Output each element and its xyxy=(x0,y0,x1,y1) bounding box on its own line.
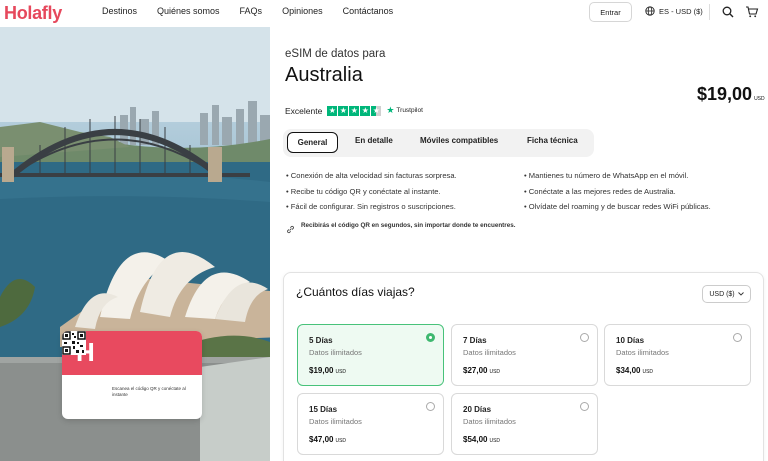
site-header: Holafly Destinos Quiénes somos FAQs Opin… xyxy=(0,0,768,27)
half-star-icon: ★ xyxy=(371,105,382,116)
nav-item-quienes-somos[interactable]: Quiénes somos xyxy=(157,6,220,16)
star-icon: ★ xyxy=(349,105,360,116)
qr-delivery-note: Recibirás el código QR en segundos, sin … xyxy=(286,222,516,234)
plan-description: Datos ilimitados xyxy=(463,417,516,426)
feature-item: Conéctate a las mejores redes de Austral… xyxy=(524,184,711,200)
days-title: ¿Cuántos días viajas? xyxy=(296,285,415,299)
feature-item: Mantienes tu número de WhatsApp en el mó… xyxy=(524,168,711,184)
cart-icon[interactable] xyxy=(745,5,759,19)
locale-label: ES - USD ($) xyxy=(659,6,703,16)
star-icon: ★ xyxy=(360,105,371,116)
tab-moviles-compatibles[interactable]: Móviles compatibles xyxy=(420,136,498,145)
plan-radio[interactable] xyxy=(426,333,435,342)
tab-en-detalle[interactable]: En detalle xyxy=(355,136,393,145)
plan-description: Datos ilimitados xyxy=(309,417,362,426)
trustpilot-label: Trustpilot xyxy=(396,107,423,114)
plan-radio[interactable] xyxy=(580,402,589,411)
plan-price-currency: USD xyxy=(335,369,347,375)
nav-item-contactanos[interactable]: Contáctanos xyxy=(343,6,394,16)
star-icon: ★ xyxy=(338,105,349,116)
plan-name: 7 Días xyxy=(463,336,487,345)
plan-price: $47,00 USD xyxy=(309,435,346,444)
plan-description: Datos ilimitados xyxy=(463,348,516,357)
feature-item: Recibe tu código QR y conéctate al insta… xyxy=(286,184,457,200)
nav-item-destinos[interactable]: Destinos xyxy=(102,6,137,16)
plan-radio[interactable] xyxy=(733,333,742,342)
plan-price-value: $47,00 xyxy=(309,435,334,444)
link-icon xyxy=(287,225,294,234)
plan-price-value: $34,00 xyxy=(616,366,641,375)
rating-row: Excelente ★ ★ ★ ★ ★ ★ Trustpilot xyxy=(285,105,423,116)
product-subtitle: eSIM de datos para xyxy=(285,48,386,60)
plan-option-20-days[interactable]: 20 Días Datos ilimitados $54,00 USD xyxy=(451,393,598,455)
trustpilot-star-icon: ★ xyxy=(386,105,395,115)
features-list-right: Mantienes tu número de WhatsApp en el mó… xyxy=(524,168,711,215)
plan-name: 10 Días xyxy=(616,336,645,345)
header-divider xyxy=(709,4,710,20)
product-title: Australia xyxy=(285,64,363,86)
plan-name: 15 Días xyxy=(309,405,338,414)
plan-price-value: $19,00 xyxy=(309,366,334,375)
plan-description: Datos ilimitados xyxy=(616,348,669,357)
esim-card-caption: Escanea el código QR y conéctate al inst… xyxy=(112,386,186,397)
feature-item: Conexión de alta velocidad sin facturas … xyxy=(286,168,457,184)
product-price-currency: USD xyxy=(754,96,765,102)
plan-price: $27,00 USD xyxy=(463,366,500,375)
plan-description: Datos ilimitados xyxy=(309,348,362,357)
star-icon: ★ xyxy=(327,105,338,116)
nav-item-opiniones[interactable]: Opiniones xyxy=(282,6,323,16)
plan-price: $54,00 USD xyxy=(463,435,500,444)
product-tabs: General En detalle Móviles compatibles F… xyxy=(283,129,594,157)
plan-option-15-days[interactable]: 15 Días Datos ilimitados $47,00 USD xyxy=(297,393,444,455)
product-price-value: $19,00 xyxy=(697,84,753,104)
plan-price-value: $54,00 xyxy=(463,435,488,444)
plan-option-10-days[interactable]: 10 Días Datos ilimitados $34,00 USD xyxy=(604,324,751,386)
plan-option-7-days[interactable]: 7 Días Datos ilimitados $27,00 USD xyxy=(451,324,598,386)
tab-general[interactable]: General xyxy=(287,132,338,153)
locale-selector[interactable]: ES - USD ($) xyxy=(645,6,703,16)
tab-ficha-tecnica[interactable]: Ficha técnica xyxy=(527,136,578,145)
search-icon[interactable] xyxy=(721,5,735,19)
qr-code-icon xyxy=(62,331,86,355)
rating-label: Excelente xyxy=(285,105,323,116)
login-button[interactable]: Entrar xyxy=(589,2,632,22)
plan-price-currency: USD xyxy=(489,438,501,444)
holafly-logo[interactable]: Holafly xyxy=(4,3,62,24)
nav-item-faqs[interactable]: FAQs xyxy=(240,6,263,16)
plan-price-currency: USD xyxy=(335,438,347,444)
chevron-down-icon xyxy=(737,292,744,296)
currency-select-value: USD ($) xyxy=(709,290,735,298)
plan-price: $19,00 USD xyxy=(309,366,346,375)
plan-name: 5 Días xyxy=(309,336,333,345)
feature-item: Olvídate del roaming y de buscar redes W… xyxy=(524,199,711,215)
plan-price-currency: USD xyxy=(489,369,501,375)
plan-option-5-days[interactable]: 5 Días Datos ilimitados $19,00 USD xyxy=(297,324,444,386)
plan-name: 20 Días xyxy=(463,405,492,414)
plan-price-currency: USD xyxy=(642,369,654,375)
features-list-left: Conexión de alta velocidad sin facturas … xyxy=(286,168,457,215)
trustpilot-badge[interactable]: ★ Trustpilot xyxy=(386,105,423,116)
product-price: $19,00 USD xyxy=(697,84,765,105)
sydney-hero-image: H Escanea el código QR y conéctate al in… xyxy=(0,27,270,461)
esim-card: H Escanea el código QR y conéctate al in… xyxy=(62,331,202,419)
plan-price-value: $27,00 xyxy=(463,366,488,375)
main-nav: Destinos Quiénes somos FAQs Opiniones Co… xyxy=(102,6,413,16)
plan-price: $34,00 USD xyxy=(616,366,653,375)
plan-radio[interactable] xyxy=(580,333,589,342)
rating-stars: ★ ★ ★ ★ ★ xyxy=(327,105,382,116)
currency-select[interactable]: USD ($) xyxy=(702,285,751,303)
qr-note-text: Recibirás el código QR en segundos, sin … xyxy=(301,222,516,229)
plan-radio[interactable] xyxy=(426,402,435,411)
globe-icon xyxy=(645,6,655,16)
feature-item: Fácil de configurar. Sin registros o sus… xyxy=(286,199,457,215)
